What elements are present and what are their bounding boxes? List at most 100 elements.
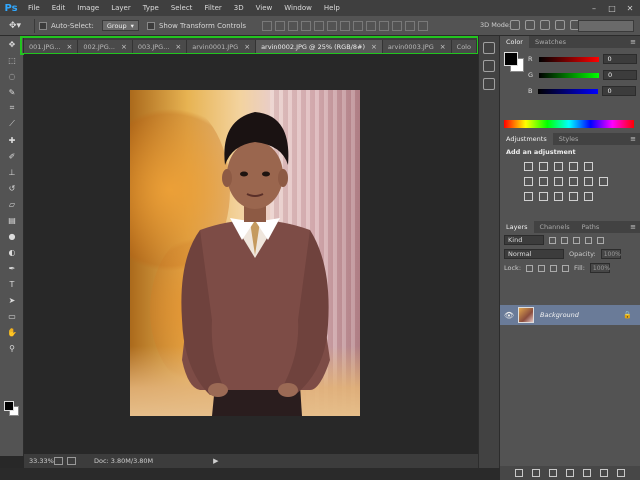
gradient-map-icon[interactable] bbox=[584, 192, 593, 201]
tab-close-icon[interactable]: × bbox=[371, 43, 377, 51]
tab-close-icon[interactable]: × bbox=[121, 43, 127, 51]
distribute-right-icon[interactable] bbox=[405, 20, 416, 31]
move-tool-preset-icon[interactable]: ✥▾ bbox=[0, 16, 30, 36]
selective-color-icon[interactable] bbox=[569, 192, 578, 201]
color-spectrum[interactable] bbox=[504, 120, 634, 128]
fill-input[interactable]: 100% bbox=[589, 263, 610, 273]
threshold-icon[interactable] bbox=[554, 192, 563, 201]
panel-menu-icon[interactable]: ≡ bbox=[630, 223, 640, 231]
path-select-tool-icon[interactable]: ➤ bbox=[0, 292, 24, 308]
menu-help[interactable]: Help bbox=[318, 0, 346, 16]
gradient-tool-icon[interactable]: ▤ bbox=[0, 212, 24, 228]
tab-color[interactable]: Color bbox=[500, 36, 529, 48]
filter-shape-icon[interactable] bbox=[585, 236, 592, 244]
menu-edit[interactable]: Edit bbox=[46, 0, 72, 16]
align-hcenter-icon[interactable] bbox=[314, 20, 325, 31]
tab-002[interactable]: 002.JPG... × bbox=[78, 40, 133, 54]
green-slider[interactable] bbox=[539, 72, 600, 78]
tab-layers[interactable]: Layers bbox=[500, 221, 534, 233]
menu-3d[interactable]: 3D bbox=[228, 0, 250, 16]
tab-adjustments[interactable]: Adjustments bbox=[500, 133, 553, 145]
hand-tool-icon[interactable]: ✋ bbox=[0, 324, 24, 340]
eyedropper-tool-icon[interactable]: ⟋ bbox=[0, 116, 24, 132]
status-menu-arrow-icon[interactable]: ▶ bbox=[213, 457, 218, 465]
lock-all-icon[interactable] bbox=[562, 264, 570, 272]
add-mask-icon[interactable] bbox=[549, 469, 557, 477]
new-group-icon[interactable] bbox=[583, 469, 591, 477]
fx-icon[interactable] bbox=[532, 469, 540, 477]
opacity-input[interactable]: 100% bbox=[600, 249, 621, 259]
filter-type-icon[interactable] bbox=[573, 236, 580, 244]
distribute-left-icon[interactable] bbox=[379, 20, 390, 31]
eraser-tool-icon[interactable]: ▱ bbox=[0, 196, 24, 212]
tab-close-icon[interactable]: × bbox=[244, 43, 250, 51]
minimize-icon[interactable]: – bbox=[588, 2, 600, 14]
new-adjustment-icon[interactable] bbox=[566, 469, 574, 477]
pen-tool-icon[interactable]: ✒ bbox=[0, 260, 24, 276]
drag-3d-icon[interactable] bbox=[540, 20, 550, 30]
curves-icon[interactable] bbox=[554, 162, 563, 171]
menu-file[interactable]: File bbox=[22, 0, 46, 16]
tab-styles[interactable]: Styles bbox=[553, 133, 585, 145]
roll-3d-icon[interactable] bbox=[525, 20, 535, 30]
align-bottom-icon[interactable] bbox=[288, 20, 299, 31]
tab-close-icon[interactable]: × bbox=[440, 43, 446, 51]
menu-image[interactable]: Image bbox=[71, 0, 105, 16]
lock-pixels-icon[interactable] bbox=[538, 264, 546, 272]
blend-mode-dropdown[interactable]: Normal bbox=[504, 249, 564, 259]
type-tool-icon[interactable]: T bbox=[0, 276, 24, 292]
lock-position-icon[interactable] bbox=[550, 264, 558, 272]
history-panel-icon[interactable] bbox=[483, 42, 495, 54]
panel-menu-icon[interactable]: ≡ bbox=[630, 135, 640, 143]
menu-select[interactable]: Select bbox=[165, 0, 199, 16]
lasso-tool-icon[interactable]: ◌ bbox=[0, 68, 24, 84]
align-right-icon[interactable] bbox=[327, 20, 338, 31]
filter-smart-icon[interactable] bbox=[597, 236, 604, 244]
menu-layer[interactable]: Layer bbox=[105, 0, 137, 16]
tab-003[interactable]: 003.JPG... × bbox=[132, 40, 188, 54]
auto-select-checkbox[interactable] bbox=[39, 21, 47, 30]
new-layer-icon[interactable] bbox=[600, 469, 608, 477]
panel-menu-icon[interactable]: ≡ bbox=[630, 38, 640, 46]
channel-mixer-icon[interactable] bbox=[584, 177, 593, 186]
tab-channels[interactable]: Channels bbox=[534, 221, 576, 233]
posterize-icon[interactable] bbox=[539, 192, 548, 201]
tab-paths[interactable]: Paths bbox=[576, 221, 606, 233]
shape-tool-icon[interactable]: ▭ bbox=[0, 308, 24, 324]
close-icon[interactable]: ✕ bbox=[624, 2, 636, 14]
healing-tool-icon[interactable]: ✚ bbox=[0, 132, 24, 148]
color-balance-icon[interactable] bbox=[539, 177, 548, 186]
dodge-tool-icon[interactable]: ◐ bbox=[0, 244, 24, 260]
menu-window[interactable]: Window bbox=[278, 0, 318, 16]
transform-controls-checkbox[interactable] bbox=[146, 21, 155, 30]
green-value[interactable]: 0 bbox=[603, 70, 638, 80]
black-white-icon[interactable] bbox=[554, 177, 563, 186]
red-value[interactable]: 0 bbox=[602, 54, 637, 64]
crop-tool-icon[interactable]: ⌗ bbox=[0, 100, 24, 116]
properties-panel-icon[interactable] bbox=[483, 60, 495, 72]
tab-arvin0002[interactable]: arvin0002.JPG @ 25% (RGB/8#) × bbox=[256, 40, 383, 54]
history-brush-icon[interactable]: ↺ bbox=[0, 180, 24, 196]
canvas-area[interactable] bbox=[24, 54, 478, 454]
menu-type[interactable]: Type bbox=[137, 0, 165, 16]
foreground-color-box[interactable] bbox=[504, 52, 518, 66]
blue-slider[interactable] bbox=[538, 88, 599, 94]
move-tool-icon[interactable]: ✥ bbox=[0, 36, 24, 52]
tab-close-icon[interactable]: × bbox=[175, 43, 181, 51]
tab-colo[interactable]: Colo bbox=[451, 40, 477, 54]
eye-icon[interactable]: 👁 bbox=[500, 311, 518, 320]
red-slider[interactable] bbox=[538, 56, 599, 62]
tab-swatches[interactable]: Swatches bbox=[529, 36, 572, 48]
filter-pixel-icon[interactable] bbox=[549, 236, 556, 244]
tab-arvin0001[interactable]: arvin0001.JPG × bbox=[187, 40, 257, 54]
vibrance-icon[interactable] bbox=[584, 162, 593, 171]
share-icon[interactable] bbox=[54, 457, 63, 465]
hue-saturation-icon[interactable] bbox=[524, 177, 533, 186]
distribute-hcenter-icon[interactable] bbox=[392, 20, 403, 31]
marquee-tool-icon[interactable]: ⬚ bbox=[0, 52, 24, 68]
info-panel-icon[interactable] bbox=[483, 78, 495, 90]
tab-001[interactable]: 001.JPG... × bbox=[24, 40, 79, 54]
photo-filter-icon[interactable] bbox=[569, 177, 578, 186]
distribute-top-icon[interactable] bbox=[340, 20, 351, 31]
distribute-bottom-icon[interactable] bbox=[366, 20, 377, 31]
